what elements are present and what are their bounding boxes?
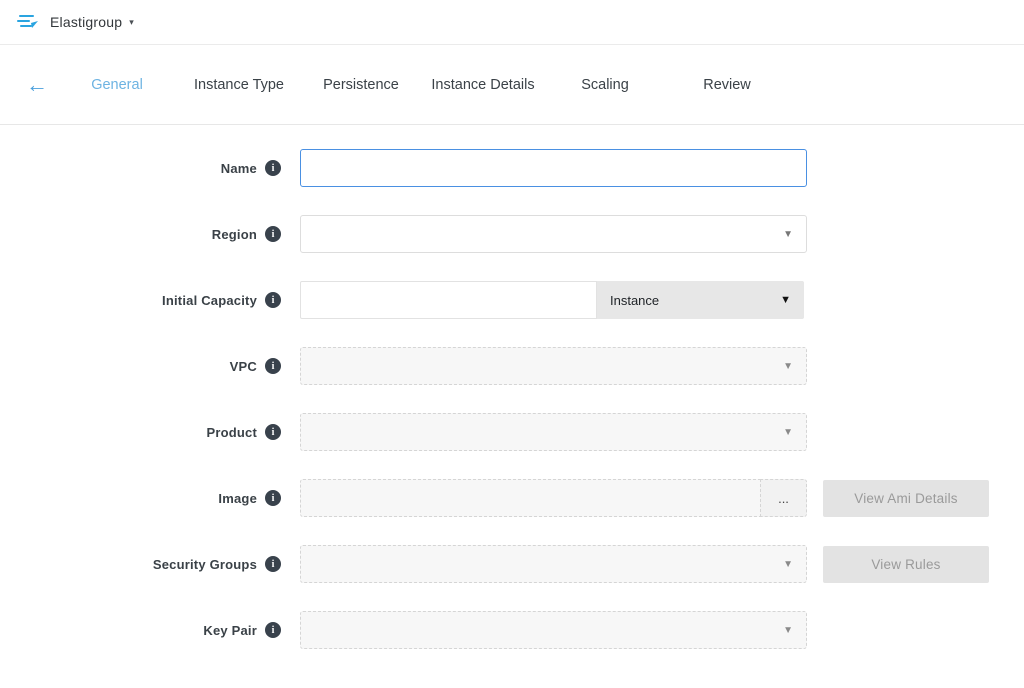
initial-capacity-info-icon[interactable]: i <box>265 292 281 308</box>
vpc-label: VPC <box>230 359 257 374</box>
form-row-initial-capacity: Initial Capacity i Instance ▼ <box>0 281 1024 319</box>
view-ami-details-button[interactable]: View Ami Details <box>823 480 989 517</box>
key-pair-info-icon[interactable]: i <box>265 622 281 638</box>
app-menu-caret-icon[interactable]: ▾ <box>129 17 134 28</box>
image-info-icon[interactable]: i <box>265 490 281 506</box>
image-label: Image <box>218 491 257 506</box>
image-browse-button[interactable]: ... <box>760 479 807 517</box>
product-info-icon[interactable]: i <box>265 424 281 440</box>
capacity-unit-select[interactable]: Instance ▼ <box>597 281 804 319</box>
region-select[interactable]: ▼ <box>300 215 807 253</box>
security-groups-select: ▼ <box>300 545 807 583</box>
chevron-down-icon: ▼ <box>783 361 793 372</box>
app-name: Elastigroup <box>50 14 122 30</box>
name-label: Name <box>221 161 257 176</box>
product-select: ▼ <box>300 413 807 451</box>
name-info-icon[interactable]: i <box>265 160 281 176</box>
top-bar: Elastigroup ▾ <box>0 0 1024 45</box>
initial-capacity-label: Initial Capacity <box>162 293 257 308</box>
tab-review[interactable]: Review <box>666 77 788 93</box>
form-row-image: Image i ... View Ami Details <box>0 479 1024 517</box>
product-label: Product <box>206 425 257 440</box>
tab-general[interactable]: General <box>56 77 178 93</box>
vpc-select: ▼ <box>300 347 807 385</box>
region-info-icon[interactable]: i <box>265 226 281 242</box>
tab-instance-details[interactable]: Instance Details <box>422 77 544 93</box>
back-arrow-icon[interactable]: ← <box>18 74 56 96</box>
initial-capacity-input[interactable] <box>300 281 597 319</box>
region-label: Region <box>212 227 257 242</box>
key-pair-select: ▼ <box>300 611 807 649</box>
name-input[interactable] <box>300 149 807 187</box>
form-row-name: Name i <box>0 149 1024 187</box>
chevron-down-icon: ▼ <box>783 427 793 438</box>
view-rules-button[interactable]: View Rules <box>823 546 989 583</box>
wizard-tab-bar: ← General Instance Type Persistence Inst… <box>0 45 1024 125</box>
vpc-info-icon[interactable]: i <box>265 358 281 374</box>
chevron-down-icon: ▼ <box>780 294 791 306</box>
security-groups-info-icon[interactable]: i <box>265 556 281 572</box>
key-pair-label: Key Pair <box>203 623 257 638</box>
capacity-unit-value: Instance <box>610 293 659 308</box>
tab-persistence[interactable]: Persistence <box>300 77 422 93</box>
form-row-region: Region i ▼ <box>0 215 1024 253</box>
form-row-security-groups: Security Groups i ▼ View Rules <box>0 545 1024 583</box>
tab-instance-type[interactable]: Instance Type <box>178 77 300 93</box>
image-input-group: ... <box>300 479 807 517</box>
form-row-vpc: VPC i ▼ <box>0 347 1024 385</box>
elastigroup-logo-icon <box>16 12 40 32</box>
security-groups-label: Security Groups <box>153 557 257 572</box>
form-row-key-pair: Key Pair i ▼ <box>0 611 1024 649</box>
chevron-down-icon: ▼ <box>783 559 793 570</box>
chevron-down-icon: ▼ <box>783 625 793 636</box>
image-input <box>300 479 761 517</box>
form-row-product: Product i ▼ <box>0 413 1024 451</box>
general-settings-form: Name i Region i ▼ Initial Capacity i Ins <box>0 125 1024 649</box>
wizard-tabs: General Instance Type Persistence Instan… <box>56 77 788 93</box>
tab-scaling[interactable]: Scaling <box>544 77 666 93</box>
chevron-down-icon: ▼ <box>783 229 793 240</box>
